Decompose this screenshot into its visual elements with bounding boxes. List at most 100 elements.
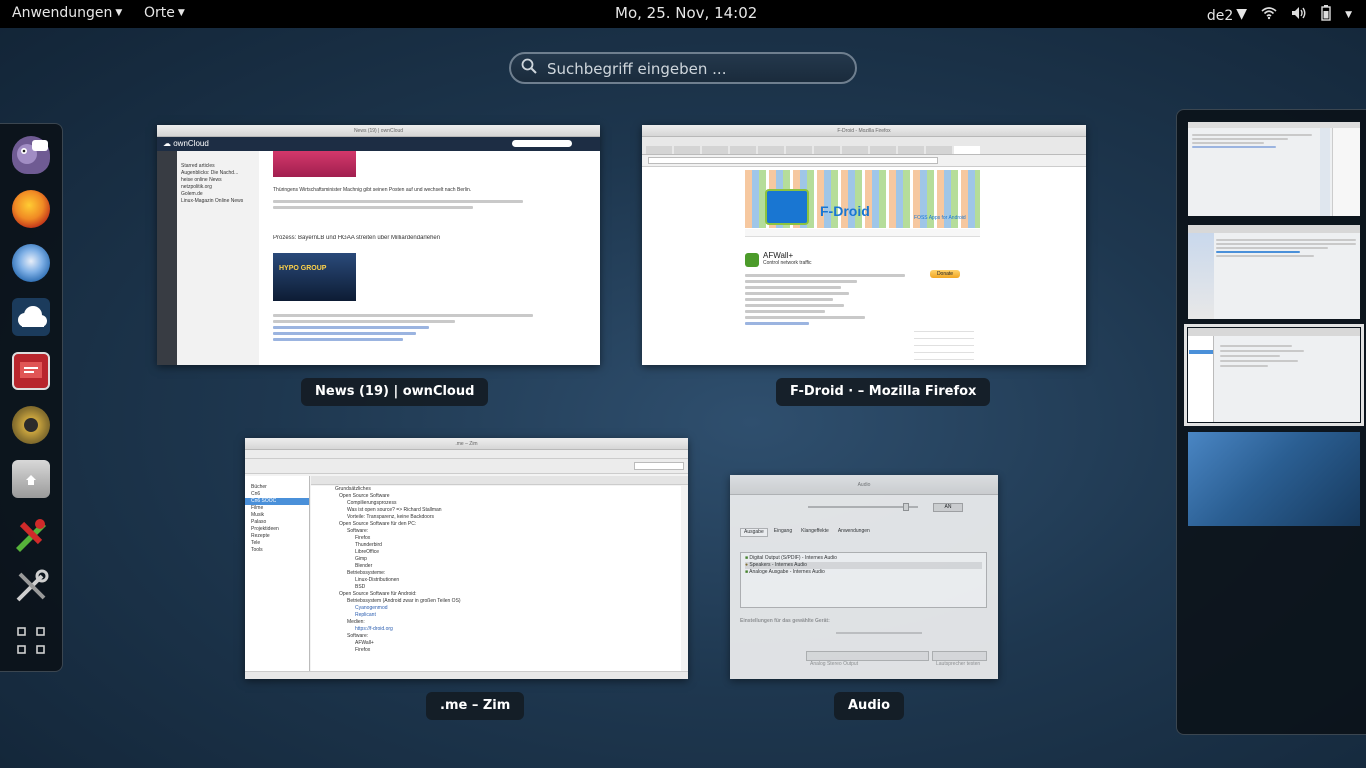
tree-line: Vorteile: Transparenz, keine Backdoors	[347, 514, 434, 520]
feed-item[interactable]: Golem.de	[181, 191, 255, 198]
search-placeholder: Suchbegriff eingeben ...	[547, 60, 727, 78]
window-label-audio[interactable]: Audio	[834, 692, 905, 720]
clock[interactable]: Mo, 25. Nov, 14:02	[615, 4, 757, 22]
presentation-icon[interactable]	[12, 352, 50, 390]
pidgin-icon[interactable]	[12, 136, 50, 174]
fdroid-tagline: FOSS Apps for Android	[914, 215, 966, 221]
tab-applications[interactable]: Anwendungen	[835, 528, 873, 537]
show-apps-icon[interactable]	[12, 622, 50, 660]
tree-line: AFWall+	[355, 640, 374, 646]
thunderbird-icon[interactable]	[12, 244, 50, 282]
window-label-zim[interactable]: .me – Zim	[426, 692, 525, 720]
tree-line: Open Source Software für Android:	[339, 591, 417, 597]
device-label: Speakers - Internes Audio	[749, 562, 807, 568]
window-label-firefox[interactable]: F-Droid · – Mozilla Firefox	[776, 378, 991, 406]
places-menu[interactable]: Orte ▼	[144, 5, 185, 21]
article-headline[interactable]: Prozess: BayernLB und HGAA streiten über…	[273, 235, 573, 242]
window-label-owncloud[interactable]: News (19) | ownCloud	[301, 378, 489, 406]
battery-icon[interactable]	[1321, 5, 1331, 25]
owncloud-search[interactable]	[512, 140, 572, 147]
feed-item[interactable]: Augenblicks: Die Nachd...	[181, 170, 255, 177]
tab-input[interactable]: Eingang	[771, 528, 795, 537]
index-item[interactable]: Tele	[251, 540, 309, 547]
window-thumbnail-audio[interactable]: Audio AN Ausgabe Eingang Klangeffekte An…	[730, 475, 998, 679]
speaker-test-button[interactable]: Lautsprecher testen	[932, 651, 987, 667]
volume-slider-handle[interactable]	[903, 503, 909, 511]
owncloud-icon[interactable]	[12, 298, 50, 336]
fdroid-nav[interactable]	[745, 229, 980, 237]
workspace-4-empty[interactable]	[1188, 432, 1360, 526]
afwall-icon	[745, 253, 759, 267]
index-item[interactable]: Projektideen	[251, 526, 309, 533]
workspace-3-active[interactable]	[1184, 324, 1364, 426]
index-item[interactable]: Bücher	[251, 484, 309, 491]
tree-line: Software:	[347, 633, 369, 639]
device-item-selected[interactable]: ● Speakers - Internes Audio	[745, 562, 982, 569]
tree-line: Grundsätzliches	[335, 486, 371, 492]
donate-button[interactable]: Donate	[930, 270, 960, 278]
index-item[interactable]: Musik	[251, 512, 309, 519]
window-titlebar: .me – Zim	[245, 438, 688, 450]
index-item[interactable]: Filme	[251, 505, 309, 512]
feed-item[interactable]: Starred articles	[181, 163, 255, 170]
article-text: Thüringens Wirtschaftsminister Machnig g…	[273, 187, 472, 193]
app-title: AFWall+	[763, 251, 794, 260]
feed-item[interactable]: heise online News	[181, 177, 255, 184]
index-item[interactable]: Palaso	[251, 519, 309, 526]
workspace-2[interactable]	[1188, 225, 1360, 319]
mute-switch[interactable]: AN	[933, 503, 963, 512]
tree-line: https://f-droid.org	[355, 626, 393, 632]
speaker-icon[interactable]	[12, 406, 50, 444]
tree-line: Software:	[347, 528, 369, 534]
balance-slider[interactable]	[836, 632, 922, 634]
workspace-1[interactable]	[1188, 122, 1360, 216]
feed-item[interactable]: Linux-Magazin Online News	[181, 198, 255, 205]
output-volume-slider[interactable]	[808, 506, 918, 508]
search-icon	[521, 58, 537, 74]
activities-menu[interactable]: Anwendungen ▼	[12, 5, 122, 21]
fdroid-brand: F-Droid	[820, 203, 870, 219]
profile-select[interactable]: Analog Stereo Output	[806, 651, 929, 667]
window-titlebar: News (19) | ownCloud	[157, 125, 600, 137]
volume-icon[interactable]	[1291, 6, 1307, 24]
index-item[interactable]: Rezepte	[251, 533, 309, 540]
system-tray: de2 ▼ ▼	[1207, 5, 1352, 25]
search-input[interactable]: Suchbegriff eingeben ...	[509, 52, 857, 84]
window-thumbnail-zim[interactable]: .me – Zim Bücher Cn6 Cn6 SOOC Filme Musi…	[245, 438, 688, 679]
firefox-urlbar[interactable]	[642, 155, 1086, 167]
article-image-hypo: HYPO GROUP	[273, 253, 356, 301]
zim-index: Bücher Cn6 Cn6 SOOC Filme Musik Palaso P…	[245, 476, 310, 671]
tree-line: Medien:	[347, 619, 365, 625]
firefox-tabbar	[642, 137, 1086, 155]
settings-tools-icon[interactable]	[12, 568, 50, 606]
top-bar: Anwendungen ▼ Orte ▼ Mo, 25. Nov, 14:02 de…	[0, 0, 1366, 28]
editor-icon[interactable]	[12, 514, 50, 552]
tree-line: Replicant	[355, 612, 376, 618]
tree-line: Gimp	[355, 556, 367, 562]
files-icon[interactable]	[12, 460, 50, 498]
article-image	[273, 151, 356, 177]
zim-page-content: Grundsätzliches Open Source Software Com…	[311, 486, 681, 671]
window-thumbnail-owncloud[interactable]: News (19) | ownCloud ☁ ownCloud Starred …	[157, 125, 600, 365]
tree-line: Cyanogenmod	[355, 605, 388, 611]
zim-search-input[interactable]	[634, 462, 684, 470]
wifi-icon[interactable]	[1261, 6, 1277, 24]
index-item[interactable]: Tools	[251, 547, 309, 554]
window-thumbnail-firefox[interactable]: F-Droid - Mozilla Firefox F-Droid FOSS A…	[642, 125, 1086, 365]
tab-effects[interactable]: Klangeffekte	[798, 528, 832, 537]
index-item-selected[interactable]: Cn6 SOOC	[245, 498, 309, 505]
keyboard-layout-indicator[interactable]: de2 ▼	[1207, 6, 1247, 24]
system-menu-chevron-icon[interactable]: ▼	[1345, 10, 1352, 20]
tree-line: Betriebssystem (Android zwar in großen T…	[347, 598, 461, 604]
places-label: Orte	[144, 5, 175, 21]
tab-output[interactable]: Ausgabe	[740, 528, 768, 537]
dash	[0, 123, 63, 672]
device-item[interactable]: ■ Analoge Ausgabe - Internes Audio	[745, 569, 982, 576]
index-item[interactable]: Cn6	[251, 491, 309, 498]
tree-line: LibreOffice	[355, 549, 380, 555]
firefox-icon[interactable]	[12, 190, 50, 228]
feed-item[interactable]: netzpolitik.org	[181, 184, 255, 191]
device-item[interactable]: ■ Digital Output (S/PDIF) - Internes Aud…	[745, 555, 982, 562]
audio-title: Audio	[857, 482, 871, 488]
zim-statusbar	[245, 671, 688, 679]
